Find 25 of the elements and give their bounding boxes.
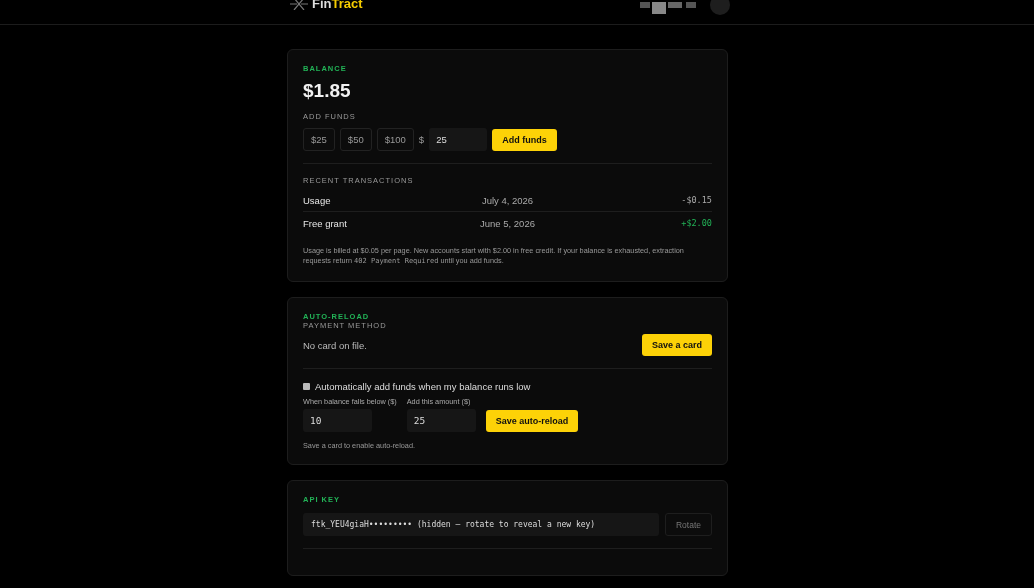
checkbox[interactable] <box>303 383 310 390</box>
rotate-button[interactable]: Rotate <box>664 513 712 536</box>
transaction-date: June 5, 2026 <box>479 217 536 229</box>
avatar-icon[interactable] <box>710 0 730 15</box>
add-funds-button[interactable]: Add funds <box>492 128 557 151</box>
redacted-graphic <box>640 2 696 14</box>
preset-button[interactable]: $100 <box>376 128 414 151</box>
checkbox-label: Automatically add funds when my balance runs low <box>315 381 531 392</box>
logo-icon <box>290 0 308 10</box>
balance-amount: $1.85 <box>303 80 352 102</box>
preset-button[interactable]: $50 <box>339 128 372 151</box>
save-card-button[interactable]: Save a card <box>641 334 712 356</box>
number-field[interactable]: 25 <box>406 409 476 432</box>
preset-button[interactable]: $25 <box>303 128 335 151</box>
transaction-amount: -$0.15 <box>680 195 712 205</box>
currency-symbol: $ <box>418 134 425 145</box>
amount-field[interactable]: 25 <box>429 128 488 151</box>
transaction-name: Usage <box>303 194 332 206</box>
transaction-name: Free grant <box>303 217 348 229</box>
transaction-date: July 4, 2026 <box>480 194 535 206</box>
payment-status: No card on file. <box>303 339 367 351</box>
transaction-amount: +$2.00 <box>680 218 712 228</box>
save-auto-reload-button[interactable]: Save auto-reload <box>485 410 579 432</box>
api-key-field[interactable]: ftk_YEU4giaH••••••••• (hidden — rotate to reveal a new key) <box>303 513 659 536</box>
number-field[interactable]: 10 <box>303 409 372 432</box>
